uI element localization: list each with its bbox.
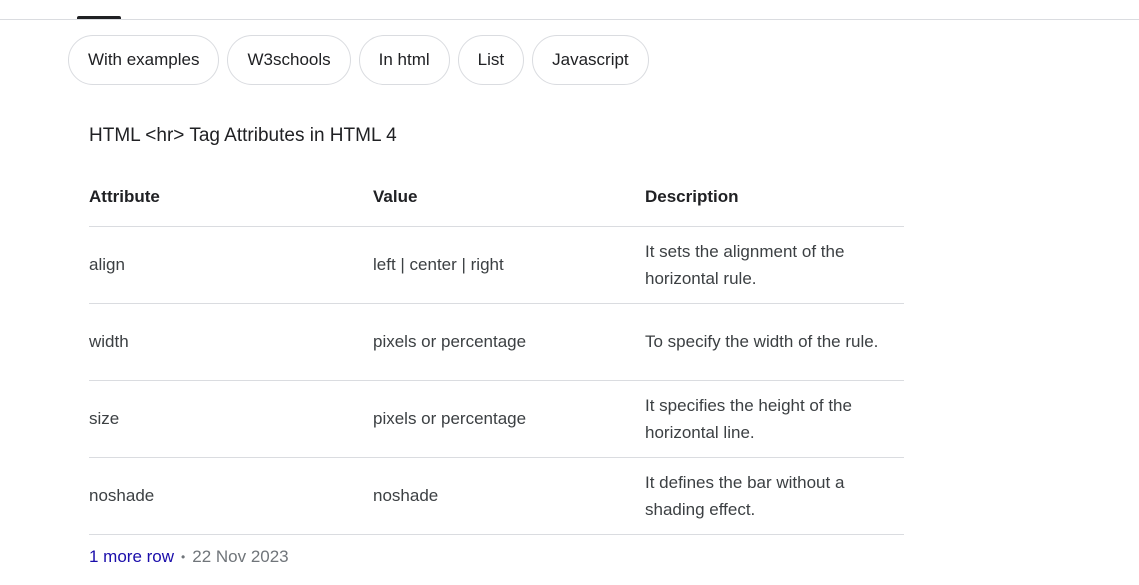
header-description: Description — [645, 187, 739, 206]
chip-list[interactable]: List — [457, 35, 525, 85]
table-row: noshade noshade It defines the bar witho… — [89, 458, 904, 535]
search-result-snippet: With examples W3schools In html List Jav… — [0, 0, 1139, 585]
table-row: align left | center | right It sets the … — [89, 227, 904, 304]
cell-attribute: align — [89, 255, 125, 274]
header-value: Value — [373, 187, 418, 206]
table-row: size pixels or percentage It specifies t… — [89, 381, 904, 458]
cell-value: pixels or percentage — [373, 409, 527, 428]
cell-value: left | center | right — [373, 255, 504, 274]
snippet-heading: HTML <hr> Tag Attributes in HTML 4 — [89, 125, 397, 146]
chip-in-html[interactable]: In html — [358, 35, 450, 85]
cell-attribute: size — [89, 409, 120, 428]
chip-w3schools[interactable]: W3schools — [227, 35, 351, 85]
cell-attribute: noshade — [89, 486, 155, 505]
tabs-divider — [0, 19, 1139, 20]
chip-with-examples[interactable]: With examples — [68, 35, 220, 85]
cell-description: It sets the alignment of the horizontal … — [645, 241, 845, 289]
attributes-table: Attribute Value Description align left |… — [89, 170, 904, 535]
header-attribute: Attribute — [89, 187, 160, 206]
cell-attribute: width — [89, 332, 129, 351]
cell-description: It specifies the height of the horizonta… — [645, 395, 852, 443]
table-row: width pixels or percentage To specify th… — [89, 304, 904, 381]
cell-description: It defines the bar without a shading eff… — [645, 472, 845, 520]
snippet-footer: 1 more row • 22 Nov 2023 — [89, 547, 289, 567]
cell-description: To specify the width of the rule. — [645, 332, 879, 352]
cell-value: noshade — [373, 486, 439, 505]
refinement-chips: With examples W3schools In html List Jav… — [68, 35, 649, 85]
snippet-date: 22 Nov 2023 — [192, 547, 289, 566]
cell-value: pixels or percentage — [373, 332, 527, 351]
chip-javascript[interactable]: Javascript — [532, 35, 649, 85]
separator-dot: • — [181, 550, 186, 564]
more-rows-link[interactable]: 1 more row — [89, 547, 174, 567]
table-header: Attribute Value Description — [89, 170, 904, 227]
